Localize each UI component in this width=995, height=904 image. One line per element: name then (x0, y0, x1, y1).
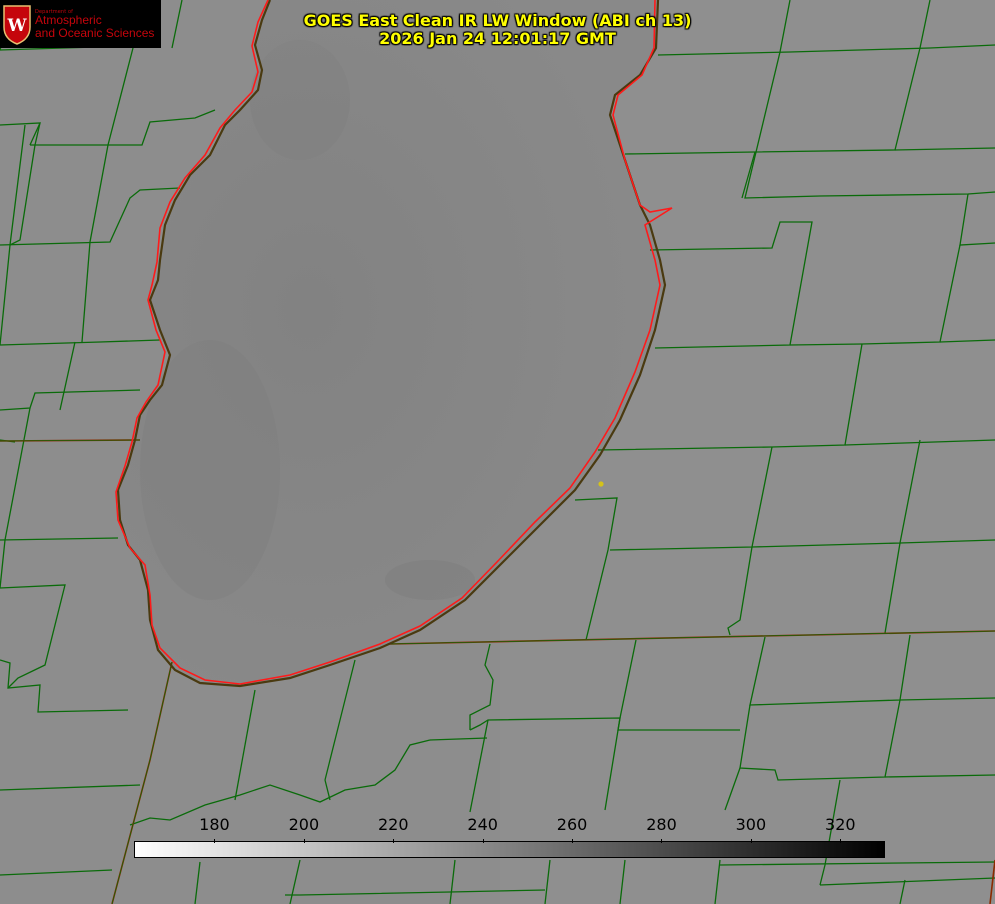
colorbar-tick-label: 260 (556, 815, 588, 834)
colorbar-tick-label: 320 (825, 815, 856, 834)
colorbar-tick-label: 240 (467, 815, 498, 834)
colorbar-tick-mark (572, 839, 573, 843)
lake-cold-patch-north (250, 40, 350, 160)
colorbar-tick-label: 300 (735, 815, 767, 834)
lake-cold-patch-south (385, 560, 475, 600)
colorbar-tick-mark (840, 839, 841, 843)
colorbar-tick-mark (304, 839, 305, 843)
colorbar-tick-mark (214, 839, 215, 843)
colorbar-tick-mark (483, 839, 484, 843)
map-canvas (0, 0, 995, 904)
colorbar-tick-mark (661, 839, 662, 843)
colorbar-tick-label: 180 (199, 815, 230, 834)
map-timestamp: 2026 Jan 24 12:01:17 GMT (379, 29, 616, 48)
location-marker (598, 481, 604, 487)
map-title: GOES East Clean IR LW Window (ABI ch 13) (303, 11, 692, 30)
colorbar-tick-label: 280 (646, 815, 677, 834)
colorbar-tick-label: 220 (377, 815, 409, 834)
satellite-map: W Department of Atmospheric and Oceanic … (0, 0, 995, 904)
lake-cold-patch-west (140, 340, 280, 600)
colorbar-frame (134, 841, 885, 858)
colorbar-tick-label: 200 (288, 815, 320, 834)
colorbar-tick-mark (393, 839, 394, 843)
colorbar-tick-mark (751, 839, 752, 843)
